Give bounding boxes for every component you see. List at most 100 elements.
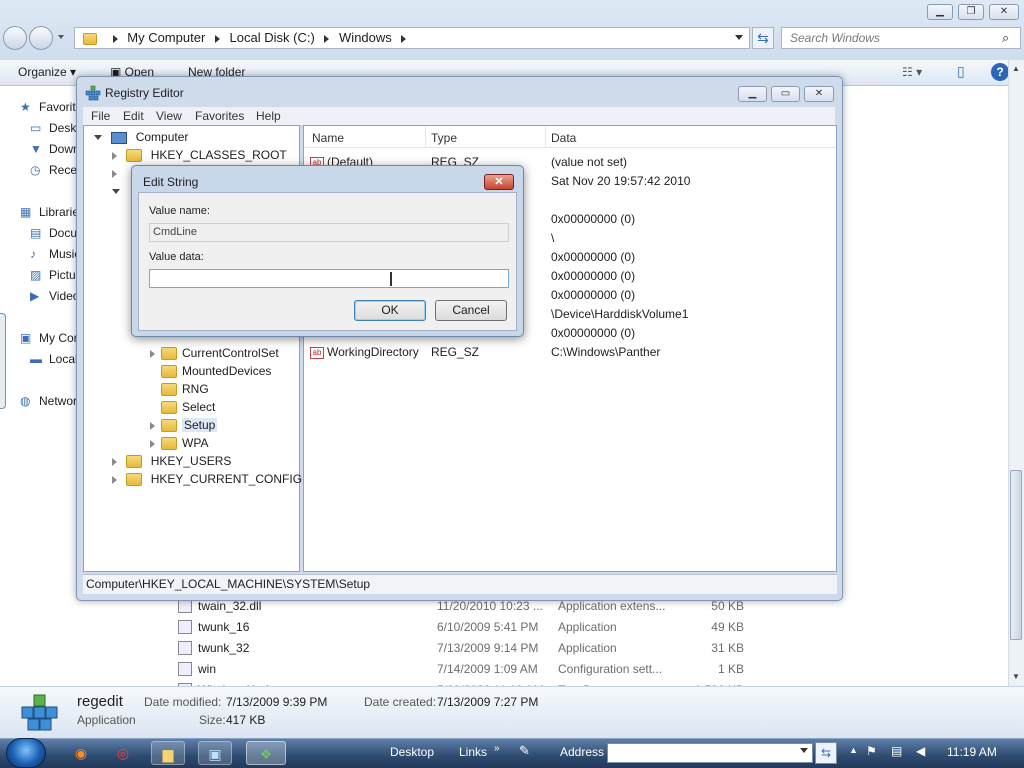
start-button[interactable] [6, 738, 46, 768]
address-bar[interactable]: My Computer Local Disk (C:) Windows [74, 27, 750, 49]
close-button[interactable]: ✕ [484, 174, 514, 190]
remote-desktop-icon[interactable]: ▣ [198, 741, 232, 765]
details-created-label: Date created: [364, 695, 437, 709]
tree-node-wpa[interactable]: WPA [150, 436, 208, 451]
collapsed-icon[interactable] [150, 439, 155, 448]
windows-explorer-icon[interactable]: ▆ [151, 741, 185, 765]
minimize-button[interactable]: ▁ [927, 4, 953, 20]
tree-node-expanded[interactable] [112, 184, 126, 198]
tree-node-setup[interactable]: Setup [150, 418, 218, 433]
menu-favorites[interactable]: Favorites [195, 109, 244, 123]
chrome-icon[interactable]: ◎ [109, 741, 137, 765]
tree-node-hkey-users[interactable]: HKEY_USERS [112, 454, 231, 469]
folder-icon [83, 32, 97, 45]
address-toolbar-label: Address [560, 745, 605, 759]
column-header-name[interactable]: Name [312, 131, 344, 145]
firefox-icon[interactable]: ◉ [67, 741, 95, 765]
collapsed-icon[interactable] [112, 457, 117, 466]
file-size: 31 KB [711, 641, 744, 655]
refresh-icon[interactable]: ⇆ [752, 27, 774, 49]
tree-node-hkey-current-config[interactable]: HKEY_CURRENT_CONFIG [112, 472, 302, 487]
nav-item[interactable]: ♪ Music [30, 247, 80, 261]
menu-help[interactable]: Help [256, 109, 281, 123]
views-icon[interactable]: ☷ ▾ [902, 65, 922, 79]
dialog-title: Edit String [143, 175, 199, 189]
tree-node-currentcontrolset[interactable]: CurrentControlSet [150, 346, 279, 361]
expanded-icon[interactable] [94, 135, 102, 141]
regedit-taskbar-icon[interactable]: ❖ [246, 741, 286, 765]
file-row[interactable]: win 7/14/2009 1:09 AM Configuration sett..… [170, 659, 770, 679]
details-size-value: 417 KB [226, 713, 266, 727]
tree-node-computer[interactable]: Computer [94, 130, 188, 144]
file-row[interactable]: twunk_32 7/13/2009 9:14 PM Application 31 K… [170, 638, 770, 658]
taskbar-address-input[interactable] [607, 743, 813, 763]
breadcrumb-item[interactable]: My Computer [127, 30, 205, 45]
maximize-button[interactable]: ❐ [958, 4, 984, 20]
collapsed-icon[interactable] [150, 349, 155, 358]
collapsed-icon[interactable] [112, 151, 117, 160]
expanded-icon[interactable] [112, 189, 120, 195]
back-button[interactable] [3, 26, 27, 50]
collapsed-icon[interactable] [150, 421, 155, 430]
minimize-button[interactable]: ▁ [738, 86, 767, 102]
clock[interactable]: 11:19 AM [947, 745, 997, 759]
pane-splitter[interactable] [0, 313, 6, 409]
text-cursor-icon [390, 272, 392, 286]
nav-item[interactable]: ◍ Network [20, 394, 83, 408]
scrollbar-thumb[interactable] [1010, 470, 1022, 640]
go-icon[interactable]: ⇆ [815, 742, 837, 764]
nav-item-icon: ▭ [30, 121, 42, 135]
value-data: 0x00000000 (0) [551, 269, 636, 283]
value-data-label: Value data: [149, 251, 204, 263]
file-row[interactable]: twunk_16 6/10/2009 5:41 PM Application 49 K… [170, 617, 770, 637]
chevron-right-icon [214, 34, 220, 43]
file-list: twain_32.dll 11/20/2010 10:23 ... Applicat… [170, 596, 1010, 686]
value-name-label: Value name: [149, 205, 210, 217]
breadcrumb-item[interactable]: Windows [339, 30, 392, 45]
network-icon[interactable]: ▤ [891, 744, 902, 758]
action-center-icon[interactable]: ⚑ [866, 744, 877, 758]
scroll-down-icon[interactable]: ▼ [1012, 672, 1020, 681]
value-row-working-directory[interactable]: ab WorkingDirectory [310, 345, 419, 359]
show-hidden-icons-icon[interactable]: ▲ [849, 745, 858, 755]
desktop-toolbar-label[interactable]: Desktop [390, 745, 434, 759]
tree-node-mounteddevices[interactable]: MountedDevices [150, 364, 271, 379]
collapsed-icon[interactable] [112, 169, 117, 178]
column-header-type[interactable]: Type [431, 131, 457, 145]
links-toolbar-label[interactable]: Links [459, 745, 487, 759]
search-icon[interactable]: ⌕ [1002, 30, 1009, 46]
recent-pages-arrow-icon[interactable] [58, 35, 64, 39]
column-divider[interactable] [545, 126, 546, 148]
menu-file[interactable]: File [91, 109, 110, 123]
column-divider[interactable] [425, 126, 426, 148]
ok-button[interactable]: OK [354, 300, 426, 321]
maximize-button[interactable]: ▭ [771, 86, 800, 102]
breadcrumb-item[interactable]: Local Disk (C:) [230, 30, 315, 45]
menu-edit[interactable]: Edit [123, 109, 144, 123]
menu-view[interactable]: View [156, 109, 182, 123]
organize-button[interactable]: Organize ▾ [18, 65, 76, 79]
value-name-field[interactable]: CmdLine [149, 223, 509, 242]
file-type: Application [558, 641, 617, 655]
address-dropdown-icon[interactable] [800, 748, 808, 753]
collapsed-icon[interactable] [112, 475, 117, 484]
column-header-data[interactable]: Data [551, 131, 576, 145]
tree-node-select[interactable]: Select [150, 400, 215, 415]
close-button[interactable]: ✕ [804, 86, 834, 102]
search-input[interactable]: Search Windows [781, 27, 1021, 49]
tree-node-rng[interactable]: RNG [150, 382, 209, 397]
regedit-app-icon [18, 693, 62, 733]
toolbar-icon[interactable]: ✎ [519, 743, 530, 759]
toolbar-chevron-icon[interactable]: » [494, 743, 500, 754]
forward-button[interactable] [29, 26, 53, 50]
tree-node-collapsed[interactable] [112, 166, 123, 180]
tree-node-hkey-classes-root[interactable]: HKEY_CLASSES_ROOT [112, 148, 287, 163]
help-icon[interactable]: ? [991, 63, 1009, 81]
address-dropdown-icon[interactable] [735, 35, 743, 40]
volume-icon[interactable]: ◀ [916, 744, 925, 758]
value-data-field[interactable] [149, 269, 509, 288]
scroll-up-icon[interactable]: ▲ [1012, 64, 1020, 73]
close-button[interactable]: ✕ [989, 4, 1019, 20]
cancel-button[interactable]: Cancel [435, 300, 507, 321]
preview-pane-icon[interactable]: ▯ [957, 63, 965, 80]
